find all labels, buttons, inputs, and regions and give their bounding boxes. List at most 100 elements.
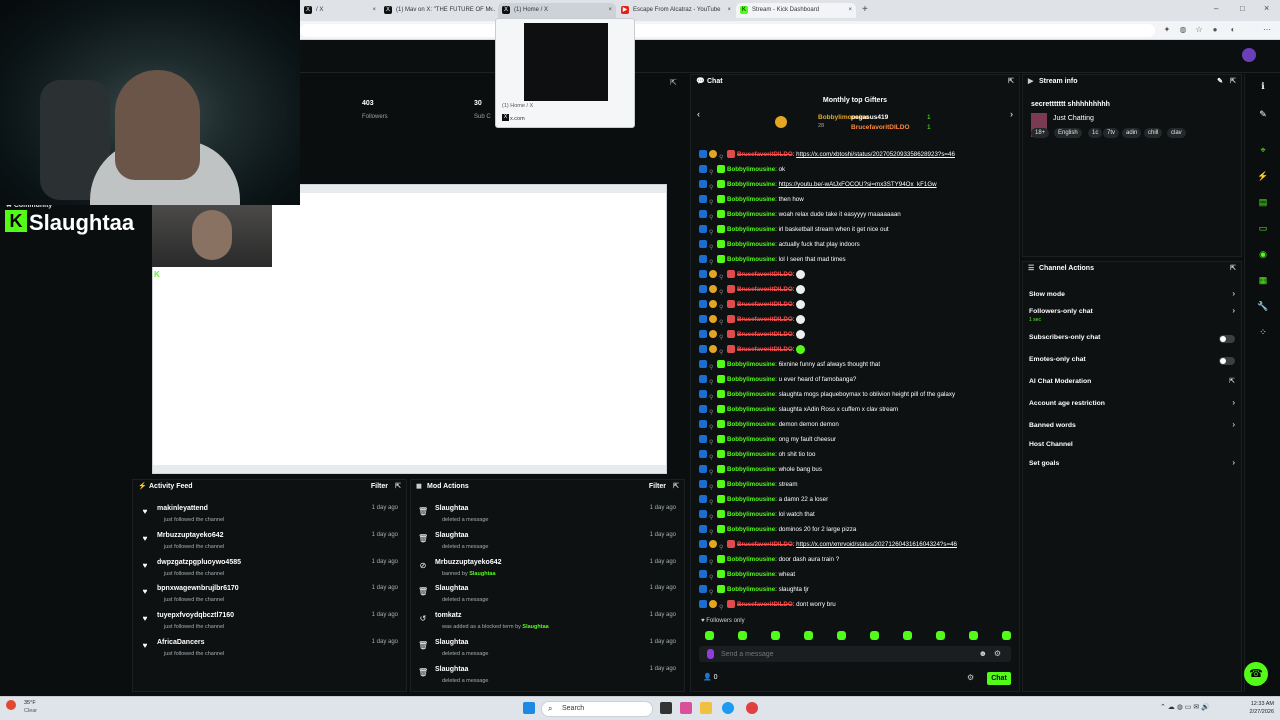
filter-button[interactable]: Filter (371, 480, 388, 494)
emote-icon[interactable] (1002, 631, 1011, 640)
mod-action-item[interactable]: 🗑 Slaughtaa deleted a message 1 day ago (411, 584, 684, 610)
activity-item[interactable]: ♥ bpnxwagewnbrujlbr6170 just followed the … (133, 584, 406, 610)
chat-message[interactable]: ⚲ Bobbylimousine: actually fuck that play… (699, 237, 1017, 252)
chat-username[interactable]: Bobbylimousine (727, 526, 775, 533)
obs-icon[interactable] (746, 702, 758, 714)
mod-action-item[interactable]: 🗑 Slaughtaa deleted a message 1 day ago (411, 531, 684, 557)
follower-name[interactable]: makinleyattend (157, 505, 208, 512)
app-icon[interactable] (680, 702, 692, 714)
new-tab-button[interactable]: + (862, 4, 868, 15)
close-icon[interactable]: × (489, 3, 493, 18)
channel-action-label[interactable]: Host Channel (1029, 441, 1073, 448)
chat-username[interactable]: Bobbylimousine (727, 181, 775, 188)
mod-action-item[interactable]: ⊘ Mrbuzzuptayeko642 banned by Slaughtaa 1 d… (411, 558, 684, 584)
chat-message[interactable]: ⚲ Bobbylimousine: whole bang bus (699, 462, 1017, 477)
chat-message[interactable]: ⚲ BrucefavoritDILDO: (699, 267, 1017, 282)
chat-message[interactable]: ⚲ Bobbylimousine: door dash aura train ? (699, 552, 1017, 567)
chat-username[interactable]: Bobbylimousine (727, 571, 775, 578)
chat-message[interactable]: ⚲ Bobbylimousine: https://youtu.be/-wAtJx… (699, 177, 1017, 192)
chat-message[interactable]: ⚲ Bobbylimousine: slaughta xAdin Ross x c… (699, 402, 1017, 417)
emote-picker-icon[interactable]: ☻ (979, 649, 987, 658)
chevron-right-icon[interactable]: › (1232, 306, 1235, 315)
chat-message[interactable]: ⚲ Bobbylimousine: wheat (699, 567, 1017, 582)
send-chat-button[interactable]: Chat (987, 672, 1011, 685)
profile-icon[interactable]: ● (1210, 25, 1220, 35)
emote-icon[interactable] (969, 631, 978, 640)
mod-action-item[interactable]: 🗑 Slaughtaa deleted a message 1 day ago (411, 665, 684, 691)
chat-message[interactable]: ⚲ Bobbylimousine: stream (699, 477, 1017, 492)
activity-item[interactable]: ♥ AfricaDancers just followed the channel 1… (133, 638, 406, 664)
maximize-button[interactable]: □ (1240, 4, 1245, 13)
mod-action-name[interactable]: Mrbuzzuptayeko642 (435, 559, 502, 566)
mod-action-name[interactable]: Slaughtaa (435, 639, 468, 646)
close-icon[interactable]: × (727, 3, 731, 18)
moderator-name[interactable]: Slaughtaa (522, 624, 548, 630)
chat-username[interactable]: BrucefavoritDILDO (737, 316, 793, 323)
info-icon[interactable]: ℹ (1257, 80, 1269, 92)
chat-message[interactable]: ⚲ Bobbylimousine: dominos 20 for 2 large … (699, 522, 1017, 537)
stream-tag[interactable]: 18+ (1031, 128, 1050, 138)
settings-icon[interactable]: ⚙ (994, 649, 1001, 658)
emote-icon[interactable] (903, 631, 912, 640)
chat-username[interactable]: Bobbylimousine (727, 466, 775, 473)
mod-action-name[interactable]: Slaughtaa (435, 666, 468, 673)
close-icon[interactable]: × (608, 3, 612, 18)
chat-message[interactable]: ⚲ BrucefavoritDILDO: dont worry bru (699, 597, 1017, 612)
chat-message[interactable]: ⚲ BrucefavoritDILDO: (699, 327, 1017, 342)
chat-username[interactable]: Bobbylimousine (727, 421, 775, 428)
chat-username[interactable]: BrucefavoritDILDO (737, 151, 793, 158)
chat-username[interactable]: BrucefavoritDILDO (737, 601, 793, 608)
chat-message[interactable]: ⚲ BrucefavoritDILDO: (699, 297, 1017, 312)
chat-username[interactable]: Bobbylimousine (727, 451, 775, 458)
channel-action-label[interactable]: AI Chat Moderation (1029, 378, 1091, 385)
chat-username[interactable]: BrucefavoritDILDO (737, 286, 793, 293)
popout-icon[interactable]: ⇱ (1008, 75, 1014, 89)
follower-name[interactable]: Mrbuzzuptayeko642 (157, 532, 224, 539)
chat-message[interactable]: ⚲ Bobbylimousine: lol watch that (699, 507, 1017, 522)
chat-username[interactable]: Bobbylimousine (727, 496, 775, 503)
chat-message[interactable]: ⚲ BrucefavoritDILDO: https://x.com/xmrvoi… (699, 537, 1017, 552)
mod-action-item[interactable]: 🗑 Slaughtaa deleted a message 1 day ago (411, 638, 684, 664)
browser-tab-3[interactable]: X (1) Home / X × (498, 3, 616, 18)
channel-action-label[interactable]: Set goals (1029, 460, 1059, 467)
task-view-icon[interactable] (660, 702, 672, 714)
chat-username[interactable]: Bobbylimousine (727, 406, 775, 413)
chat-input[interactable] (721, 646, 961, 662)
chat-link[interactable]: https://x.com/xmrvoid/status/20271260431… (796, 541, 957, 548)
emote-icon[interactable] (837, 631, 846, 640)
file-explorer-icon[interactable] (700, 702, 712, 714)
activity-item[interactable]: ♥ Mrbuzzuptayeko642 just followed the chan… (133, 531, 406, 557)
chat-message[interactable]: ⚲ Bobbylimousine: slaughta mogs plaqueboy… (699, 387, 1017, 402)
chat-message[interactable]: ⚲ BrucefavoritDILDO: https://x.com/xbtosh… (699, 147, 1017, 162)
mod-action-item[interactable]: 🗑 Slaughtaa deleted a message 1 day ago (411, 504, 684, 530)
chat-message[interactable]: ⚲ Bobbylimousine: a damn 22 a loser (699, 492, 1017, 507)
activity-item[interactable]: ♥ dwpzgatzpgpluoywo4585 just followed the … (133, 558, 406, 584)
chat-username[interactable]: Bobbylimousine (727, 211, 775, 218)
emote-icon[interactable] (936, 631, 945, 640)
follower-name[interactable]: AfricaDancers (157, 639, 204, 646)
chat-link[interactable]: https://x.com/xbtoshi/status/20270520933… (796, 151, 955, 158)
mod-action-name[interactable]: Slaughtaa (435, 505, 468, 512)
chat-username[interactable]: Bobbylimousine (727, 481, 775, 488)
chat-message[interactable]: ⚲ Bobbylimousine: lol I seen that mad tim… (699, 252, 1017, 267)
chat-username[interactable]: BrucefavoritDILDO (737, 346, 793, 353)
chevron-right-icon[interactable]: › (1232, 398, 1235, 407)
layout-icon[interactable]: ▦ (1257, 274, 1269, 286)
edit-icon[interactable]: ✎ (1217, 75, 1223, 89)
follower-name[interactable]: dwpzgatzpgpluoywo4585 (157, 559, 241, 566)
chevron-right-icon[interactable]: › (1010, 109, 1013, 119)
close-icon[interactable]: × (372, 3, 376, 18)
follower-name[interactable]: tuyepxfvoydqbcztl7160 (157, 612, 234, 619)
chat-message[interactable]: ⚲ Bobbylimousine: slaughta tjr (699, 582, 1017, 597)
url-input[interactable] (300, 24, 1155, 37)
stream-tag[interactable]: adin (1122, 128, 1142, 138)
chat-message[interactable]: ⚲ Bobbylimousine: then how (699, 192, 1017, 207)
emote-icon[interactable] (771, 631, 780, 640)
chat-username[interactable]: Bobbylimousine (727, 556, 775, 563)
chat-username[interactable]: Bobbylimousine (727, 256, 775, 263)
chat-message[interactable]: ⚲ Bobbylimousine: u ever heard of famoban… (699, 372, 1017, 387)
avatar[interactable] (1242, 48, 1256, 62)
extensions-icon[interactable]: ✦ (1162, 25, 1172, 35)
toggle-switch[interactable] (1219, 335, 1235, 343)
chat-username[interactable]: BrucefavoritDILDO (737, 271, 793, 278)
